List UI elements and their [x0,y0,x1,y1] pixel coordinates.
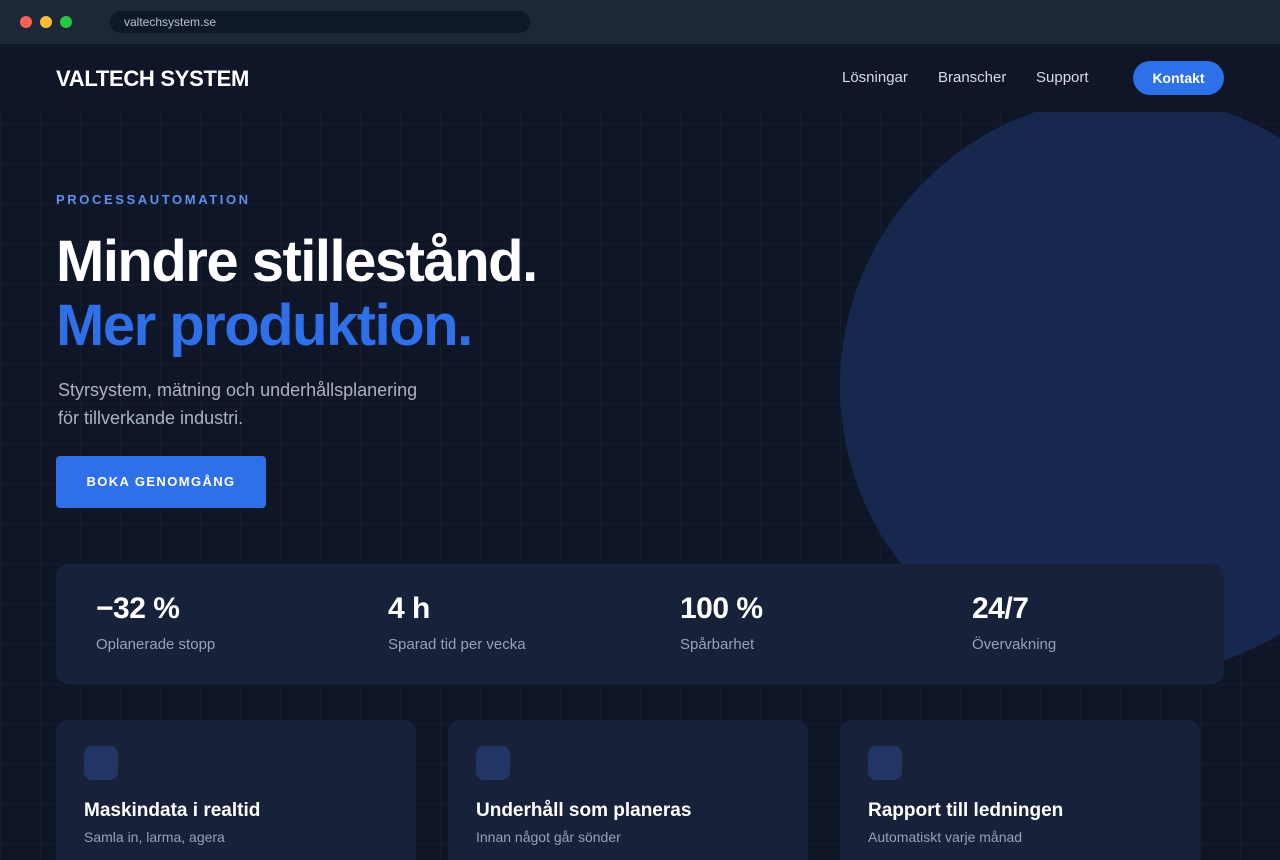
feature-icon [84,746,118,780]
browser-window: valtechsystem.se VALTECH SYSTEM Lösninga… [0,0,1280,860]
feature-card-planned-maintenance[interactable]: Underhåll som planeras Innan något går s… [448,720,808,860]
hero-eyebrow: PROCESSAUTOMATION [56,192,251,207]
feature-title: Maskindata i realtid [84,800,261,821]
feature-title: Underhåll som planeras [476,800,692,821]
stat-label: Spårbarhet [680,636,755,653]
headline-line-1: Mindre stillestånd. [56,229,538,294]
web-page: VALTECH SYSTEM Lösningar Branscher Suppo… [0,44,1280,860]
stat-value: 24/7 [972,592,1029,625]
stat-label: Övervakning [972,636,1057,653]
close-window-icon[interactable] [20,16,32,28]
stat-value: 4 h [388,592,430,625]
hero-headline: Mindre stillestånd. Mer produktion. [56,229,538,358]
stat-item: −32 % Oplanerade stopp [96,592,215,653]
browser-toolbar: valtechsystem.se [0,0,1280,44]
site-header: VALTECH SYSTEM Lösningar Branscher Suppo… [0,44,1280,112]
minimize-window-icon[interactable] [40,16,52,28]
feature-text: Samla in, larma, agera [84,829,225,845]
stat-value: −32 % [96,592,180,625]
stat-value: 100 % [680,592,763,625]
stat-item: 100 % Spårbarhet [680,592,763,653]
feature-text: Innan något går sönder [476,829,621,845]
feature-icon [868,746,902,780]
maximize-window-icon[interactable] [60,16,72,28]
nav-link-branscher[interactable]: Branscher [938,69,1006,86]
lead-line-2: för tillverkande industri. [58,408,244,428]
nav-link-losningar[interactable]: Lösningar [842,69,908,86]
feature-card-management-report[interactable]: Rapport till ledningen Automatiskt varje… [840,720,1200,860]
feature-title: Rapport till ledningen [868,800,1064,821]
stat-label: Sparad tid per vecka [388,636,526,653]
stat-item: 4 h Sparad tid per vecka [388,592,526,653]
feature-icon [476,746,510,780]
feature-card-realtime-data[interactable]: Maskindata i realtid Samla in, larma, ag… [56,720,416,860]
contact-button[interactable]: Kontakt [1133,61,1224,95]
stat-item: 24/7 Övervakning [972,592,1056,653]
headline-line-2: Mer produktion. [56,293,473,358]
feature-text: Automatiskt varje månad [868,829,1023,845]
brand-logo[interactable]: VALTECH SYSTEM [56,66,249,92]
stat-label: Oplanerade stopp [96,636,216,653]
stats-panel: −32 % Oplanerade stopp 4 h Sparad tid pe… [56,564,1224,684]
hero-lead: Styrsystem, mätning och underhållsplaner… [58,376,478,432]
book-walkthrough-button[interactable]: BOKA GENOMGÅNG [56,456,266,508]
address-bar[interactable]: valtechsystem.se [110,11,530,33]
nav-link-support[interactable]: Support [1036,69,1089,86]
lead-line-1: Styrsystem, mätning och underhållsplaner… [58,380,418,400]
